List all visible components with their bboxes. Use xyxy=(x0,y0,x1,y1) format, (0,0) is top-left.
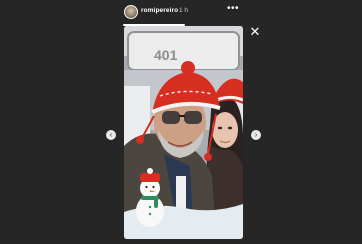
more-options-icon[interactable]: ••• xyxy=(227,4,239,14)
avatar[interactable] xyxy=(124,5,138,19)
story-photo: 401 xyxy=(124,26,243,239)
close-icon[interactable]: ✕ xyxy=(249,25,261,38)
chevron-right-icon[interactable]: › xyxy=(251,130,261,140)
timestamp: 1 h xyxy=(179,7,189,14)
story-header: romipereiro 1 h ••• xyxy=(123,4,243,20)
story-media[interactable]: 401 xyxy=(124,26,243,239)
train-sign-number: 401 xyxy=(154,47,178,63)
story-viewer: romipereiro 1 h ••• 401 ✕ ‹ › xyxy=(0,0,362,244)
chevron-left-icon[interactable]: ‹ xyxy=(106,130,116,140)
username[interactable]: romipereiro xyxy=(141,7,178,14)
